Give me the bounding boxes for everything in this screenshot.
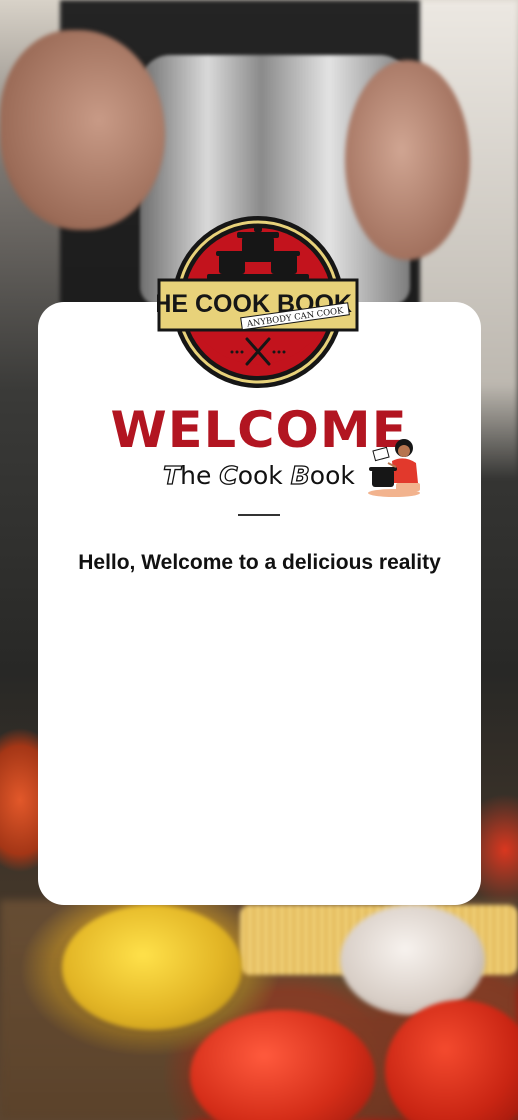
chef-illustration-icon [368,439,420,497]
subtitle-text: he [180,461,220,490]
bg-garlic [340,905,485,1015]
cook-book-logo: THE COOK BOOK ANYBODY CAN COOK [157,216,359,388]
subtitle-initial: B [290,460,310,490]
subtitle-initial: T [162,460,181,490]
subtitle-text: ook [309,461,355,490]
bg-lemon [62,905,242,1030]
subtitle-text: ook [237,461,291,490]
bg-right-hand [345,60,470,260]
app-subtitle: The Cook Book [0,460,518,490]
welcome-tagline: Hello, Welcome to a delicious reality [78,551,441,574]
welcome-card [38,302,481,905]
welcome-heading: WELCOME [110,401,408,459]
subtitle-initial: C [219,460,239,490]
divider [238,514,280,516]
